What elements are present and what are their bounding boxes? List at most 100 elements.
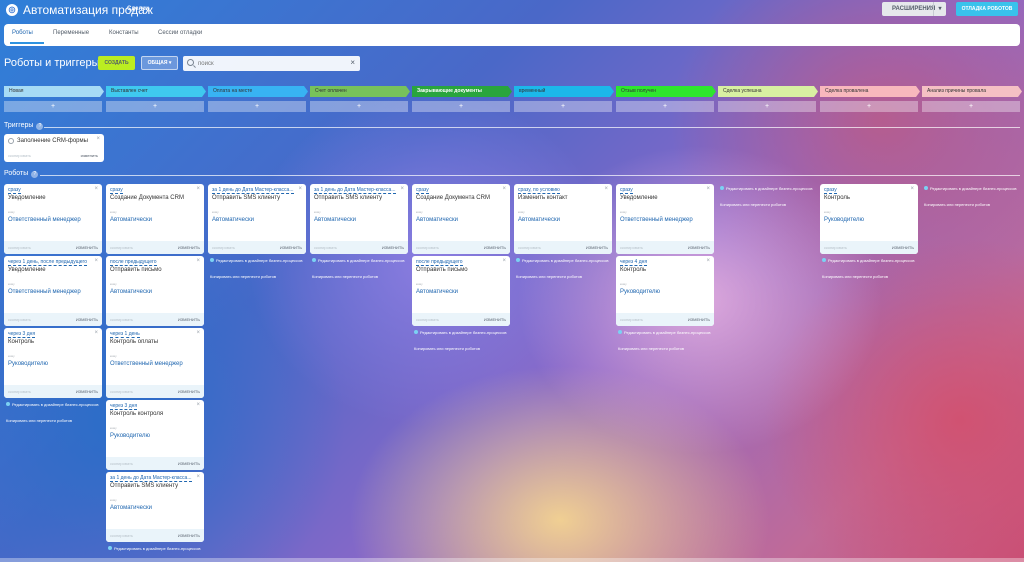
robot-condition-link[interactable]: через 4 дня	[620, 259, 648, 266]
robot-edit-link[interactable]: ИЗМЕНИТЬ	[76, 389, 98, 394]
add-robot-button[interactable]: +	[4, 101, 102, 112]
robot-edit-link[interactable]: ИЗМЕНИТЬ	[178, 389, 200, 394]
robot-copy-link[interactable]: скопировать	[8, 317, 31, 322]
close-icon[interactable]: ×	[196, 186, 200, 192]
robot-condition-link[interactable]: сразу	[824, 187, 837, 194]
robot-condition-link[interactable]: через 3 дня	[8, 331, 36, 338]
extensions-button[interactable]: РАСШИРЕНИЯ ▾	[882, 2, 946, 16]
robot-card[interactable]: за 1 день до Дата Мастер-класса... Отправ…	[106, 472, 204, 542]
robot-copy-link[interactable]: скопировать	[212, 245, 235, 250]
robot-card[interactable]: через 1 день Контроль оплаты × кому Ответств…	[106, 328, 204, 398]
add-robot-button[interactable]: +	[412, 101, 510, 112]
robot-copy-link[interactable]: скопировать	[620, 317, 643, 322]
stage-9[interactable]: Анализ причины провала	[922, 86, 1022, 97]
add-robot-button[interactable]: +	[616, 101, 714, 112]
stage-5[interactable]: временный	[514, 86, 614, 97]
trigger-card[interactable]: Заполнение CRM-формы × скопировать измен…	[4, 134, 104, 162]
add-robot-button[interactable]: +	[310, 101, 408, 112]
close-icon[interactable]: ×	[96, 136, 100, 142]
robot-condition-link[interactable]: сразу	[110, 187, 123, 194]
bp-designer-link[interactable]: Редактировать в дизайнере бизнес-процесс…	[210, 258, 308, 264]
robot-edit-link[interactable]: ИЗМЕНИТЬ	[586, 245, 608, 250]
robot-copy-link[interactable]: скопировать	[110, 461, 133, 466]
bp-designer-link[interactable]: Редактировать в дизайнере бизнес-процесс…	[516, 258, 614, 264]
robot-copy-link[interactable]: скопировать	[416, 245, 439, 250]
robot-copy-link[interactable]: скопировать	[8, 245, 31, 250]
copy-move-robots-link[interactable]: Копировать или перенести роботов	[312, 274, 410, 279]
close-icon[interactable]: ×	[502, 258, 506, 264]
chevron-down-icon[interactable]: ▾	[933, 2, 946, 16]
close-icon[interactable]: ×	[400, 186, 404, 192]
robot-edit-link[interactable]: ИЗМЕНИТЬ	[688, 245, 710, 250]
robot-card[interactable]: сразу, по условию Изменить контакт × кому Ав…	[514, 184, 612, 254]
robot-copy-link[interactable]: скопировать	[824, 245, 847, 250]
robot-condition-link[interactable]: за 1 день до Дата Мастер-класса...	[314, 187, 396, 194]
robot-card[interactable]: после предыдущего Отправить письмо × кому Ав…	[106, 256, 204, 326]
robot-edit-link[interactable]: ИЗМЕНИТЬ	[892, 245, 914, 250]
bp-designer-link[interactable]: Редактировать в дизайнере бизнес-процесс…	[720, 186, 818, 192]
tab-constants[interactable]: Константы	[109, 30, 139, 36]
bp-designer-link[interactable]: Редактировать в дизайнере бизнес-процесс…	[822, 258, 920, 264]
close-icon[interactable]: ×	[196, 258, 200, 264]
robot-edit-link[interactable]: ИЗМЕНИТЬ	[178, 533, 200, 538]
robot-edit-link[interactable]: ИЗМЕНИТЬ	[76, 317, 98, 322]
close-icon[interactable]: ×	[196, 474, 200, 480]
bp-designer-link[interactable]: Редактировать в дизайнере бизнес-процесс…	[6, 402, 104, 408]
add-robot-button[interactable]: +	[208, 101, 306, 112]
robot-edit-link[interactable]: ИЗМЕНИТЬ	[382, 245, 404, 250]
stage-1[interactable]: Выставлен счет	[106, 86, 206, 97]
stage-4[interactable]: Закрывающие документы	[412, 86, 512, 97]
robot-edit-link[interactable]: ИЗМЕНИТЬ	[178, 461, 200, 466]
robot-condition-link[interactable]: за 1 день до Дата Мастер-класса...	[110, 475, 192, 482]
robot-card[interactable]: сразу Создание Документа CRM × кому Автомати…	[412, 184, 510, 254]
copy-move-robots-link[interactable]: Копировать или перенести роботов	[618, 346, 716, 351]
robot-condition-link[interactable]: через 1 день, после предыдущего	[8, 259, 88, 266]
robot-edit-link[interactable]: ИЗМЕНИТЬ	[484, 317, 506, 322]
robot-card[interactable]: сразу Контроль × кому Руководителю скопироват…	[820, 184, 918, 254]
add-robot-button[interactable]: +	[514, 101, 612, 112]
robot-card[interactable]: сразу Создание Документа CRM × кому Автомати…	[106, 184, 204, 254]
bp-designer-link[interactable]: Редактировать в дизайнере бизнес-процесс…	[414, 330, 512, 336]
robot-condition-link[interactable]: через 1 день	[110, 331, 140, 338]
copy-move-robots-link[interactable]: Копировать или перенести роботов	[516, 274, 614, 279]
robot-copy-link[interactable]: скопировать	[314, 245, 337, 250]
bp-designer-link[interactable]: Редактировать в дизайнере бизнес-процесс…	[618, 330, 716, 336]
help-icon[interactable]: ?	[36, 123, 44, 130]
robot-edit-link[interactable]: ИЗМЕНИТЬ	[484, 245, 506, 250]
tab-robots[interactable]: Роботы	[12, 30, 33, 36]
bottom-scrollbar[interactable]	[0, 558, 1024, 562]
close-icon[interactable]: ×	[94, 258, 98, 264]
close-icon[interactable]: ×	[196, 402, 200, 408]
robot-card[interactable]: через 3 дня Контроль контроля × кому Руковод…	[106, 400, 204, 470]
stage-3[interactable]: Счет оплачен	[310, 86, 410, 97]
robot-card[interactable]: за 1 день до Дата Мастер-класса... Отправ…	[310, 184, 408, 254]
close-icon[interactable]: ×	[94, 330, 98, 336]
search-input[interactable]	[198, 58, 343, 69]
robot-edit-link[interactable]: ИЗМЕНИТЬ	[178, 245, 200, 250]
copy-move-robots-link[interactable]: Копировать или перенести роботов	[414, 346, 512, 351]
robot-card[interactable]: после предыдущего Отправить письмо × кому Ав…	[412, 256, 510, 326]
robot-copy-link[interactable]: скопировать	[110, 317, 133, 322]
robot-condition-link[interactable]: за 1 день до Дата Мастер-класса...	[212, 187, 294, 194]
close-icon[interactable]: ×	[94, 186, 98, 192]
robot-copy-link[interactable]: скопировать	[518, 245, 541, 250]
robot-card[interactable]: через 4 дня Контроль × кому Руководителю скоп…	[616, 256, 714, 326]
robot-card[interactable]: сразу Уведомление × кому Ответственный менед…	[4, 184, 102, 254]
robot-condition-link[interactable]: после предыдущего	[416, 259, 463, 266]
stage-0[interactable]: Новая	[4, 86, 104, 97]
robot-copy-link[interactable]: скопировать	[110, 245, 133, 250]
copy-move-robots-link[interactable]: Копировать или перенести роботов	[924, 202, 1022, 207]
robot-copy-link[interactable]: скопировать	[110, 389, 133, 394]
help-icon[interactable]: ?	[31, 171, 39, 178]
bp-designer-link[interactable]: Редактировать в дизайнере бизнес-процесс…	[924, 186, 1022, 192]
robot-copy-link[interactable]: скопировать	[416, 317, 439, 322]
robot-condition-link[interactable]: после предыдущего	[110, 259, 157, 266]
bp-designer-link[interactable]: Редактировать в дизайнере бизнес-процесс…	[312, 258, 410, 264]
bp-designer-link[interactable]: Редактировать в дизайнере бизнес-процесс…	[108, 546, 206, 552]
robot-card[interactable]: через 3 дня Контроль × кому Руководителю скоп…	[4, 328, 102, 398]
close-icon[interactable]: ×	[910, 186, 914, 192]
robot-card[interactable]: через 1 день, после предыдущего Уведомлен…	[4, 256, 102, 326]
copy-move-robots-link[interactable]: Копировать или перенести роботов	[720, 202, 818, 207]
trigger-copy-link[interactable]: скопировать	[8, 153, 31, 158]
search-box[interactable]: ×	[183, 56, 360, 71]
